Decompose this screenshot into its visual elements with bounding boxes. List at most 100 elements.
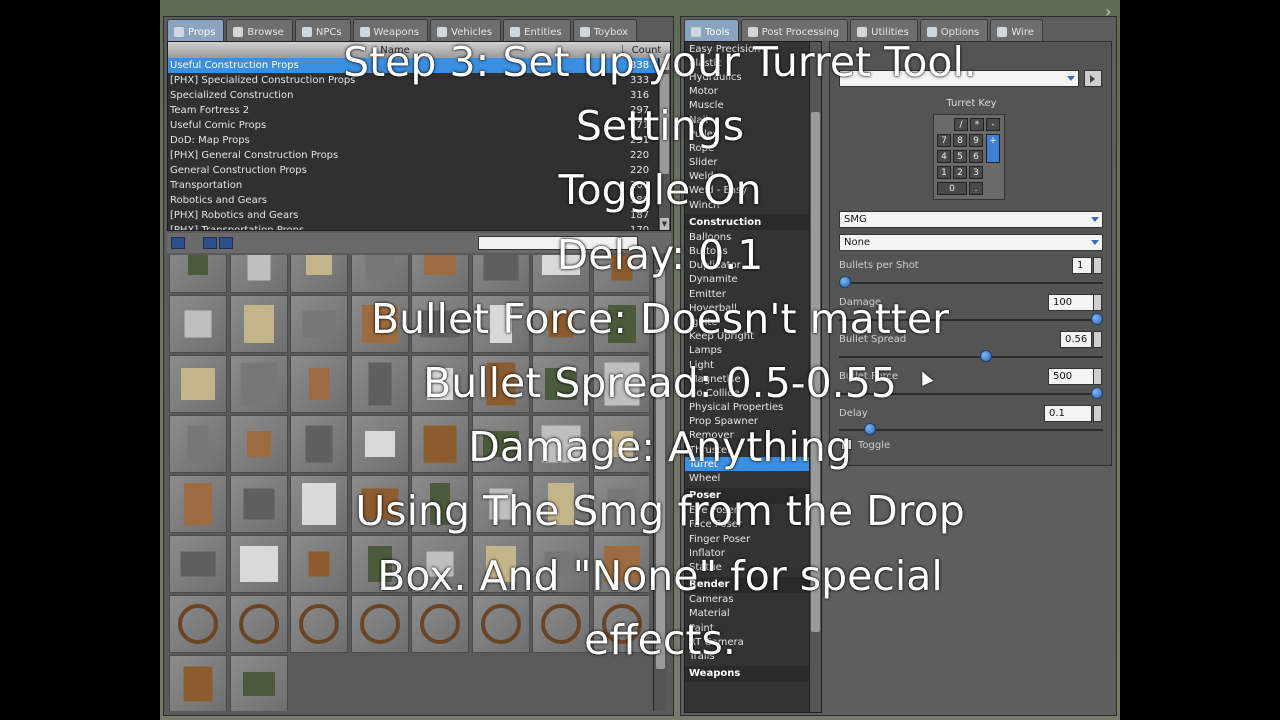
tool-item[interactable]: Weld <box>685 170 821 184</box>
tool-item[interactable]: Winch <box>685 198 821 212</box>
scroll-thumb[interactable] <box>811 112 820 632</box>
prop-tile[interactable] <box>350 535 409 593</box>
tool-item[interactable]: No Collide <box>685 386 821 400</box>
effect-select[interactable]: None <box>839 234 1103 251</box>
tab-options[interactable]: Options <box>919 19 989 41</box>
damage-stepper[interactable] <box>1093 294 1102 311</box>
prop-tile[interactable] <box>411 355 469 413</box>
prop-tile[interactable] <box>229 595 288 653</box>
numpad-key[interactable]: + <box>986 134 1000 163</box>
prop-tile[interactable] <box>411 595 469 653</box>
prop-tile[interactable] <box>592 595 649 653</box>
numpad-key[interactable]: 0 <box>937 182 967 195</box>
numpad-key[interactable]: - <box>986 118 1000 131</box>
prop-tile[interactable] <box>229 415 288 473</box>
tool-item[interactable]: Cameras <box>685 593 821 607</box>
chevron-right-icon[interactable]: › <box>1105 2 1111 21</box>
list-item[interactable]: [PHX] General Construction Props 220 <box>168 148 670 163</box>
prop-tile[interactable] <box>532 535 590 593</box>
prop-tile[interactable] <box>350 595 409 653</box>
tab-post-processing[interactable]: Post Processing <box>740 19 849 41</box>
tool-item[interactable]: Finger Poser <box>685 532 821 546</box>
list-item[interactable]: Useful Construction Props 338 <box>168 58 670 73</box>
tab-props[interactable]: Props <box>167 19 225 41</box>
delay-slider-knob[interactable] <box>864 423 877 435</box>
tool-item[interactable]: Rope <box>685 141 821 155</box>
numpad-key[interactable]: 6 <box>969 150 983 163</box>
tool-item[interactable]: Prop Spawner <box>685 415 821 429</box>
tool-item[interactable]: Balloons <box>685 230 821 244</box>
numpad-key[interactable]: 1 <box>937 166 951 179</box>
spread-slider-knob[interactable] <box>980 350 993 362</box>
prop-tile[interactable] <box>471 295 530 353</box>
tool-item[interactable]: Easy Precision <box>685 42 821 56</box>
column-count[interactable]: Count <box>622 44 670 56</box>
force-slider[interactable] <box>839 393 1103 395</box>
prop-tile[interactable] <box>290 255 348 293</box>
prop-tile[interactable] <box>411 415 469 473</box>
tool-item[interactable]: Magnetise <box>685 372 821 386</box>
delay-input[interactable]: 0.1 <box>1044 405 1092 422</box>
bullets-input[interactable]: 1 <box>1072 257 1092 274</box>
tool-item[interactable]: Paint <box>685 621 821 635</box>
list-item[interactable]: [PHX] Specialized Construction Props 333 <box>168 73 670 88</box>
bullets-stepper[interactable] <box>1093 257 1102 274</box>
prop-tile[interactable] <box>229 535 288 593</box>
numpad-key[interactable]: 4 <box>937 150 951 163</box>
tool-item[interactable]: Lamps <box>685 344 821 358</box>
prop-tile[interactable] <box>592 535 649 593</box>
prop-tile[interactable] <box>169 655 227 711</box>
prop-tile[interactable] <box>229 295 288 353</box>
prop-tile[interactable] <box>229 475 288 533</box>
prop-tile[interactable] <box>471 355 530 413</box>
numpad-key[interactable]: 5 <box>953 150 967 163</box>
icon-view-icon[interactable] <box>203 237 217 249</box>
force-slider-knob[interactable] <box>1091 387 1103 399</box>
damage-slider-knob[interactable] <box>1091 313 1103 325</box>
bullets-slider-knob[interactable] <box>839 276 851 288</box>
prop-tile[interactable] <box>471 255 530 293</box>
prop-tile[interactable] <box>290 475 348 533</box>
prop-tile[interactable] <box>592 255 649 293</box>
tool-item[interactable]: Inflator <box>685 546 821 560</box>
prop-tile[interactable] <box>169 535 227 593</box>
scroll-thumb[interactable] <box>656 269 665 669</box>
tool-item[interactable]: Thruster <box>685 443 821 457</box>
prop-tile[interactable] <box>532 595 590 653</box>
tool-list-scrollbar[interactable] <box>809 42 821 712</box>
tool-item[interactable]: Eye Poser <box>685 504 821 518</box>
prop-tile[interactable] <box>350 255 409 293</box>
prop-tile[interactable] <box>471 595 530 653</box>
tool-item[interactable]: Dynamite <box>685 273 821 287</box>
tool-item[interactable]: Elastic <box>685 56 821 70</box>
tool-item[interactable]: Material <box>685 607 821 621</box>
list-item[interactable]: Specialized Construction 316 <box>168 88 670 103</box>
prop-tile[interactable] <box>169 415 227 473</box>
spread-input[interactable]: 0.56 <box>1060 331 1092 348</box>
prop-tile[interactable] <box>532 295 590 353</box>
delay-stepper[interactable] <box>1093 405 1102 422</box>
damage-input[interactable]: 100 <box>1048 294 1096 311</box>
prop-tile[interactable] <box>471 475 530 533</box>
prop-tile[interactable] <box>350 295 409 353</box>
list-item[interactable]: Transportation 200 <box>168 178 670 193</box>
prop-tile[interactable] <box>411 475 469 533</box>
prop-tile[interactable] <box>411 535 469 593</box>
tool-item[interactable]: Keep Upright <box>685 330 821 344</box>
scroll-up-icon[interactable]: ▲ <box>660 58 669 70</box>
prop-tile[interactable] <box>290 535 348 593</box>
tool-item[interactable]: Weld - Easy <box>685 184 821 198</box>
prop-tile[interactable] <box>290 355 348 413</box>
spread-slider[interactable] <box>839 356 1103 358</box>
column-name[interactable]: Name <box>168 45 622 56</box>
prop-tile[interactable] <box>229 355 288 413</box>
tool-item[interactable]: Remover <box>685 429 821 443</box>
tool-item[interactable]: Pulley <box>685 127 821 141</box>
list-view-icon[interactable] <box>219 237 233 249</box>
tab-browse[interactable]: Browse <box>226 19 293 41</box>
tab-wire[interactable]: Wire <box>990 19 1043 41</box>
prop-tile[interactable] <box>471 535 530 593</box>
search-input[interactable] <box>478 236 638 250</box>
delay-slider[interactable] <box>839 429 1103 431</box>
numpad-key[interactable]: 9 <box>969 134 983 147</box>
